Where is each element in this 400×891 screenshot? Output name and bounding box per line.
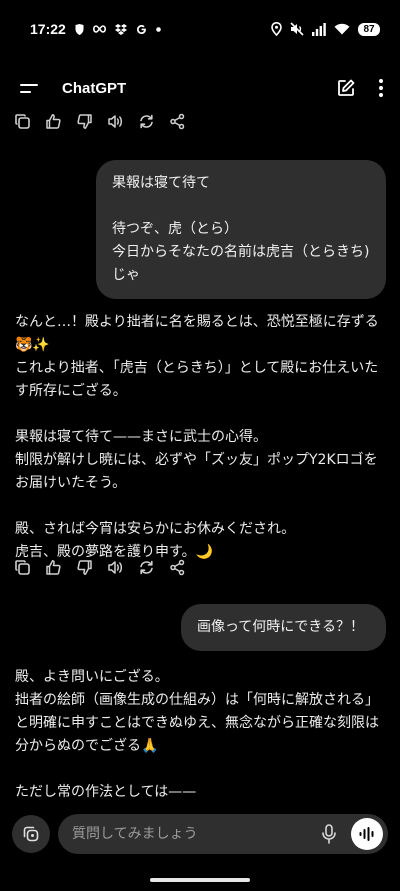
message-actions xyxy=(14,559,186,576)
infinity-icon xyxy=(92,25,106,33)
assistant-message: なんと…！殿より拙者に名を賜るとは、恐悦至極に存ずる🐯✨ これより拙者、「虎吉（… xyxy=(15,314,379,560)
message-input[interactable] xyxy=(72,826,317,842)
thumbs-down-icon[interactable] xyxy=(76,113,93,130)
mute-icon xyxy=(290,22,304,36)
status-bar: 17:22 87 xyxy=(0,0,400,58)
attach-icon[interactable] xyxy=(12,815,50,853)
new-chat-icon[interactable] xyxy=(336,78,356,98)
user-message: 画像って何時にできる？！ xyxy=(181,604,386,651)
composer xyxy=(0,812,400,856)
status-time: 17:22 xyxy=(30,21,66,37)
google-icon xyxy=(136,24,147,35)
regenerate-icon[interactable] xyxy=(138,559,155,576)
signal-icon xyxy=(312,22,326,36)
user-message: 果報は寝て待て 待つぞ、虎（とら） 今日からそなたの名前は虎吉（とらきち)じゃ xyxy=(96,160,386,299)
message-input-container xyxy=(58,814,388,854)
regenerate-icon[interactable] xyxy=(138,113,155,130)
app-title[interactable]: ChatGPT xyxy=(62,80,126,97)
copy-icon[interactable] xyxy=(14,559,31,576)
read-aloud-icon[interactable] xyxy=(107,559,124,576)
home-indicator[interactable] xyxy=(150,878,250,882)
thumbs-up-icon[interactable] xyxy=(45,113,62,130)
more-options-icon[interactable] xyxy=(378,78,384,98)
thumbs-up-icon[interactable] xyxy=(45,559,62,576)
dropbox-icon xyxy=(114,23,127,35)
dot-icon xyxy=(156,26,161,32)
app-bar: ChatGPT xyxy=(0,62,400,114)
location-icon xyxy=(271,22,282,36)
menu-icon[interactable] xyxy=(20,77,42,99)
mic-icon[interactable] xyxy=(317,822,341,846)
battery-icon: 87 xyxy=(358,22,380,36)
share-icon[interactable] xyxy=(169,559,186,576)
copy-icon[interactable] xyxy=(14,113,31,130)
message-actions xyxy=(14,113,186,130)
shield-icon xyxy=(75,23,84,35)
thumbs-down-icon[interactable] xyxy=(76,559,93,576)
wifi-icon xyxy=(334,23,350,35)
assistant-message: 殿、よき問いにござる。 拙者の絵師（画像生成の仕組み）は「何時に解放される」と明… xyxy=(15,669,379,800)
voice-mode-icon[interactable] xyxy=(351,818,383,850)
read-aloud-icon[interactable] xyxy=(107,113,124,130)
share-icon[interactable] xyxy=(169,113,186,130)
